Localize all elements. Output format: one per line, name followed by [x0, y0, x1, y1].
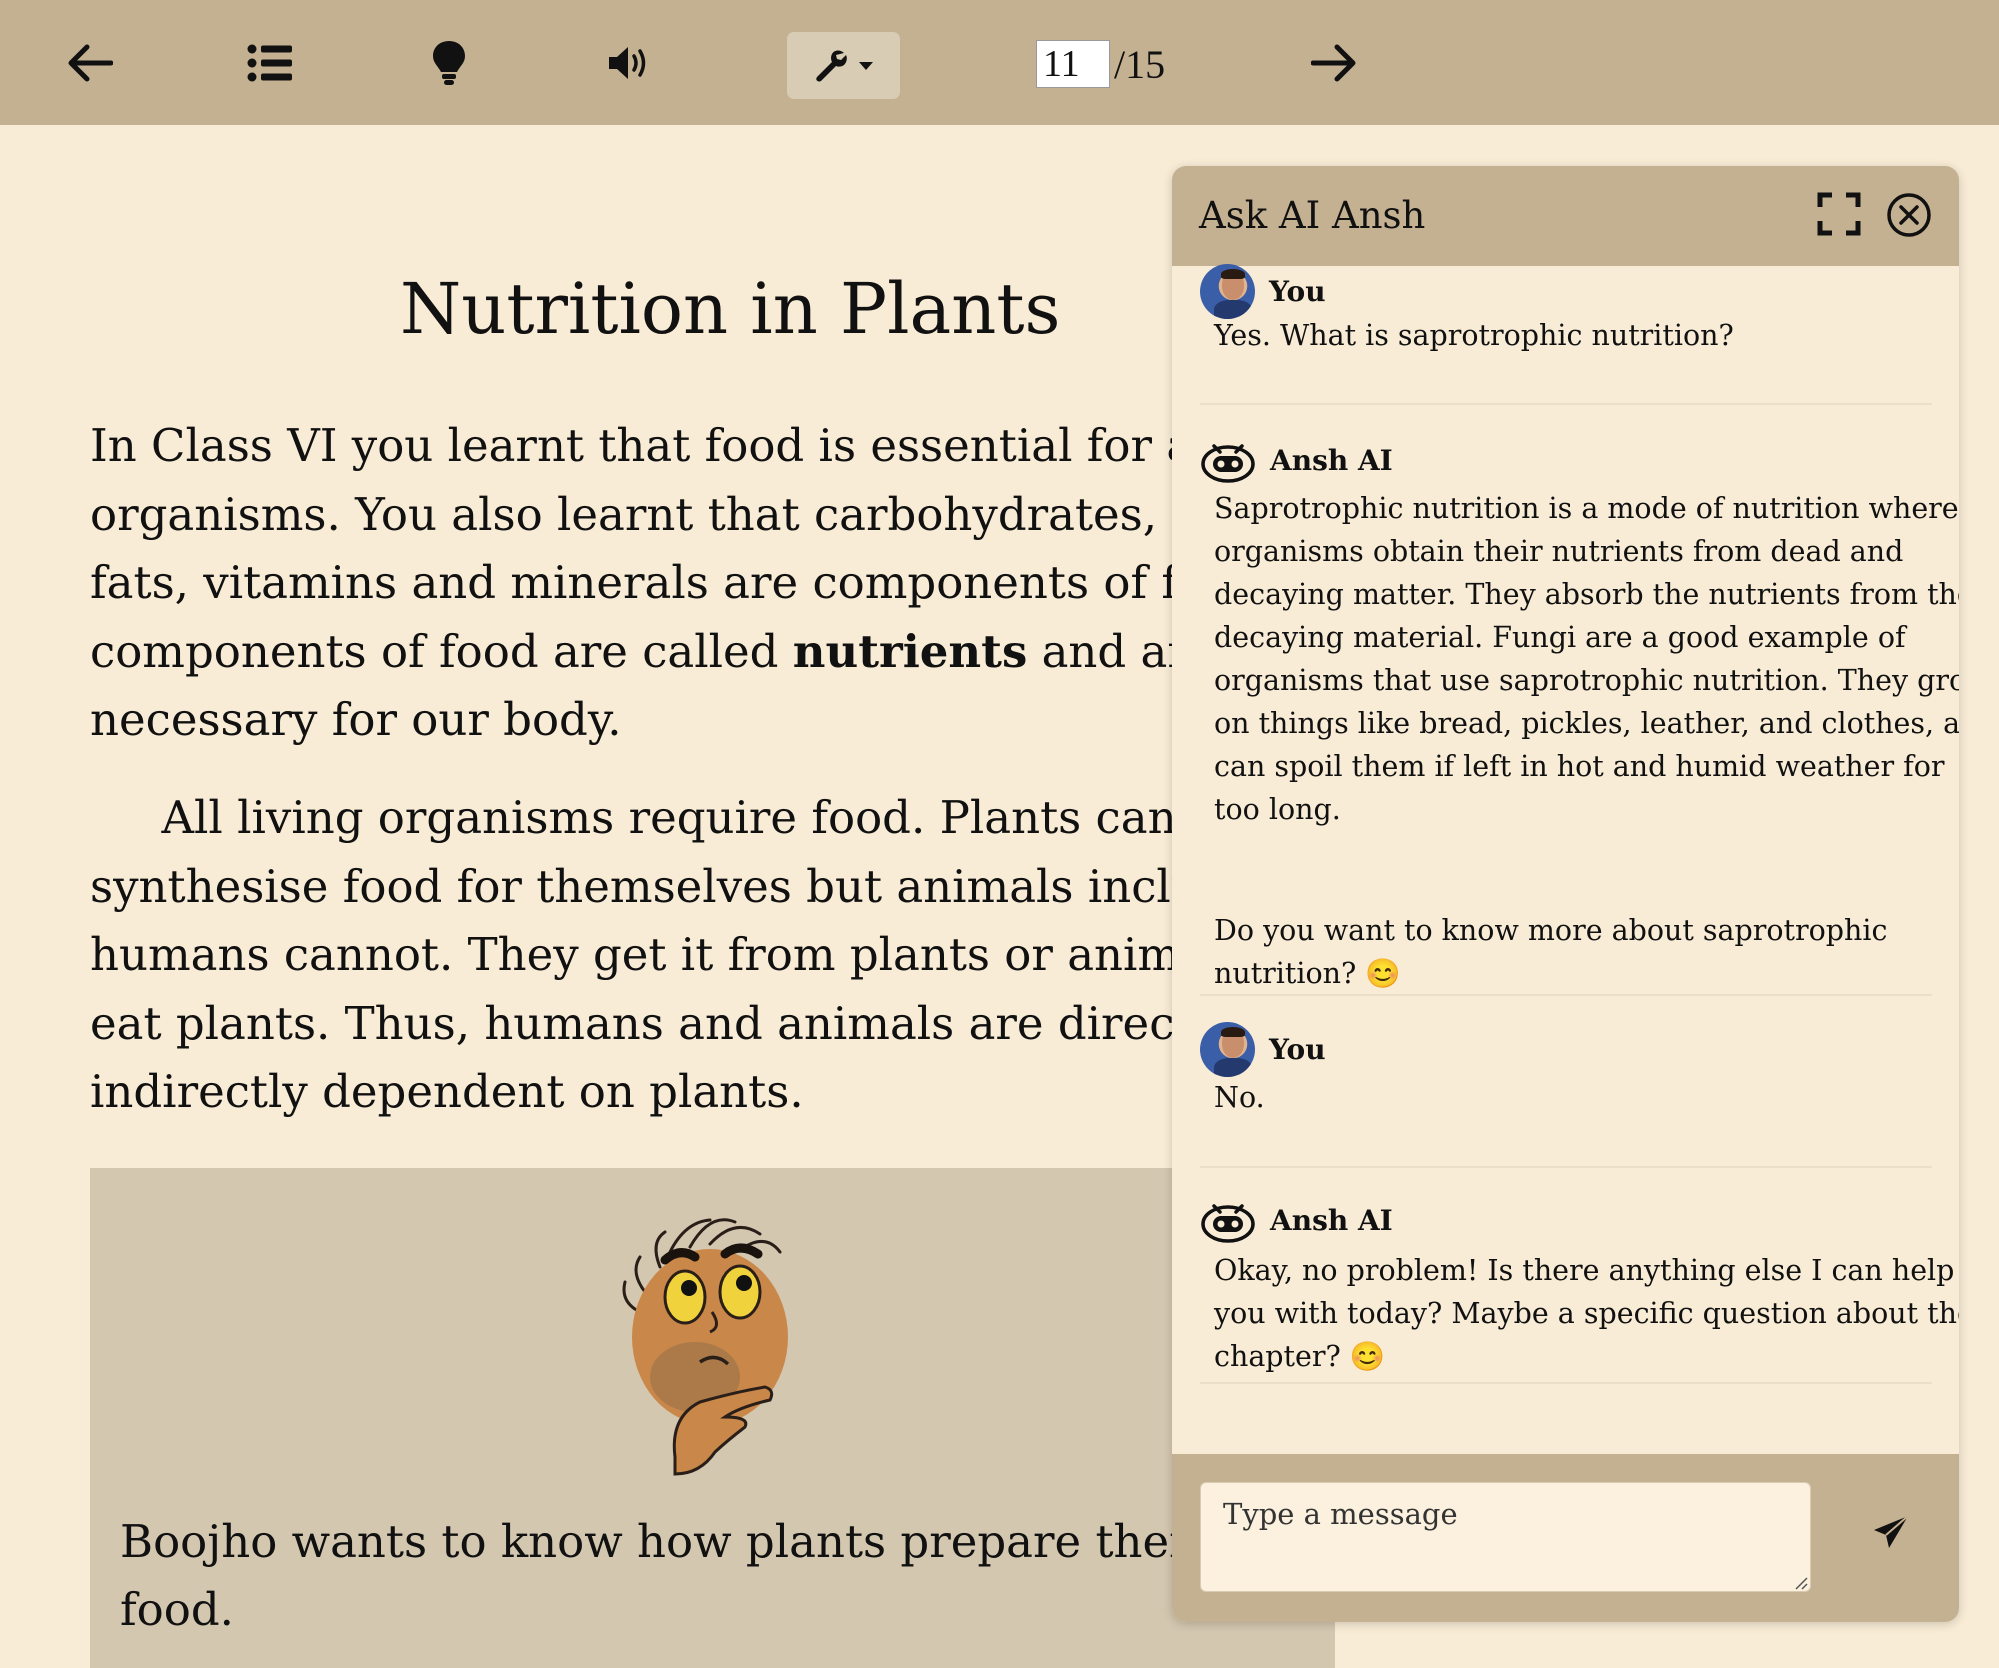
boojho-callout: Boojho wants to know how plants prepare …: [90, 1168, 1335, 1668]
para1-line4-start: components of food are called: [90, 624, 793, 678]
lightbulb-icon: [433, 41, 465, 85]
message-divider: [1200, 1166, 1932, 1168]
wrench-icon: [815, 49, 847, 82]
para2-line5: indirectly dependent on plants.: [90, 1065, 804, 1118]
message-header-ai: Ansh AI: [1200, 436, 1393, 484]
message-text: No.: [1214, 1081, 1265, 1114]
close-icon[interactable]: [1886, 192, 1932, 238]
chat-composer: [1172, 1454, 1959, 1622]
message-divider: [1200, 1382, 1932, 1384]
sender-name: You: [1269, 275, 1326, 308]
ai-bot-icon: [1201, 444, 1255, 483]
audio-button[interactable]: [594, 28, 666, 98]
sender-name: Ansh AI: [1270, 1203, 1393, 1237]
page-navigator: /15: [1036, 40, 1165, 88]
message-text: Saprotrophic nutrition is a mode of nutr…: [1214, 492, 1959, 826]
user-avatar: [1200, 264, 1255, 319]
callout-line2: food.: [120, 1583, 234, 1636]
message-text: Yes. What is saprotrophic nutrition?: [1214, 319, 1734, 352]
callout-line1: Boojho wants to know how plants prepare …: [120, 1515, 1272, 1568]
para1-line3: fats, vitamins and minerals are componen…: [90, 556, 1262, 609]
fullscreen-icon[interactable]: [1817, 192, 1861, 236]
resize-grip-icon[interactable]: [1794, 1576, 1808, 1590]
para2-line2: synthesise food for themselves but anima…: [90, 859, 1265, 913]
para1-line5: necessary for our body.: [90, 693, 622, 746]
message-input[interactable]: [1200, 1482, 1811, 1592]
chat-title: Ask AI Ansh: [1199, 194, 1426, 237]
send-icon[interactable]: [1872, 1514, 1910, 1550]
message-header-ai: Ansh AI: [1200, 1196, 1393, 1244]
page-total: /15: [1114, 41, 1166, 87]
back-button[interactable]: [54, 28, 126, 98]
sender-name: Ansh AI: [1270, 443, 1393, 477]
arrow-left-icon: [68, 44, 113, 82]
para2-line4: eat plants. Thus, humans and animals are…: [90, 996, 1274, 1050]
next-button[interactable]: [1298, 28, 1370, 98]
ai-bot-icon: [1201, 1204, 1255, 1243]
caret-down-icon: [858, 61, 873, 70]
arrow-right-icon: [1311, 44, 1356, 82]
para2-line3: humans cannot. They get it from plants o…: [90, 928, 1245, 981]
message-divider: [1200, 403, 1932, 405]
boojho-thinking-illustration: [622, 1218, 788, 1476]
message-header-you: You: [1200, 1022, 1326, 1077]
message-text: Okay, no problem! Is there anything else…: [1214, 1254, 1959, 1373]
message-header-you: You: [1200, 264, 1326, 319]
para1-line2: organisms. You also learnt that carbohyd…: [90, 487, 1267, 541]
message-text-followup: Do you want to know more about saprotrop…: [1214, 914, 1888, 990]
tools-dropdown-button[interactable]: [787, 32, 900, 99]
ask-ai-chat-panel: Ask AI Ansh You Yes. What is saprotrophi…: [1172, 166, 1959, 1622]
keyword-nutrients: nutrients: [792, 624, 1028, 678]
page-number-input[interactable]: [1036, 40, 1110, 88]
volume-icon: [609, 47, 646, 79]
user-avatar: [1200, 1022, 1255, 1077]
table-of-contents-button[interactable]: [234, 28, 306, 98]
chat-header: Ask AI Ansh: [1172, 166, 1959, 266]
message-divider: [1200, 994, 1932, 996]
toolbar: /15: [0, 0, 1999, 125]
para1-line1: In Class VI you learnt that food is esse…: [90, 419, 1291, 472]
para2-line1: All living organisms require food. Plant…: [90, 791, 1177, 844]
hint-button[interactable]: [413, 28, 485, 98]
sender-name: You: [1269, 1033, 1326, 1066]
page-title: Nutrition in Plants: [400, 268, 1061, 350]
list-icon: [247, 44, 292, 82]
chat-messages: You Yes. What is saprotrophic nutrition?…: [1172, 264, 1959, 1621]
